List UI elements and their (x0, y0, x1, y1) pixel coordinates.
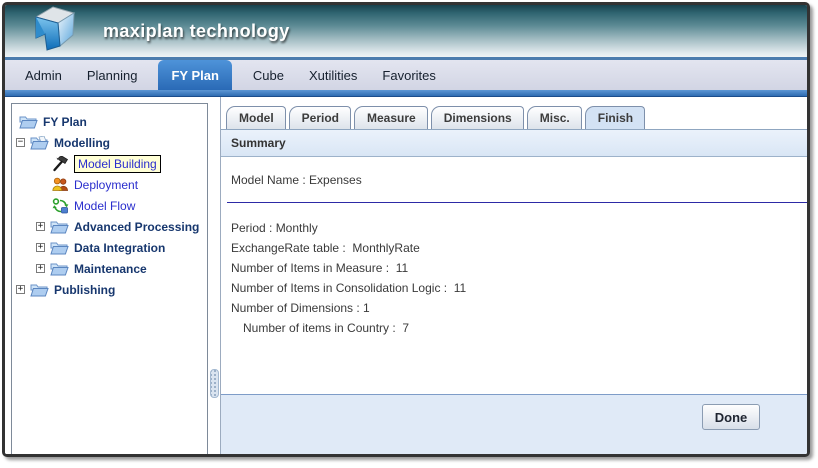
menu-item-admin[interactable]: Admin (16, 60, 71, 90)
menu-item-xutilities[interactable]: Xutilities (300, 60, 366, 90)
tree-item-data-integration[interactable]: + Data Integration (12, 237, 207, 258)
open-folder-icon (50, 262, 69, 276)
summary-divider-line (227, 202, 807, 203)
tab-period[interactable]: Period (289, 106, 351, 129)
model-name-line: Model Name : Expenses (231, 173, 797, 187)
menu-item-favorites[interactable]: Favorites (373, 60, 444, 90)
tree-item-label: Deployment (74, 178, 138, 192)
expand-plus-icon[interactable]: + (36, 243, 45, 252)
open-folder-icon (50, 220, 69, 234)
tree-item-label: Maintenance (74, 262, 147, 276)
app-window: maxiplan technology Admin Planning FY Pl… (2, 2, 810, 457)
tree-item-model-flow[interactable]: Model Flow (12, 195, 207, 216)
tree-item-label: Advanced Processing (74, 220, 199, 234)
tree-item-advanced-processing[interactable]: + Advanced Processing (12, 216, 207, 237)
app-title: maxiplan technology (103, 21, 290, 42)
tree-item-deployment[interactable]: Deployment (12, 174, 207, 195)
summary-line-exchange-rate: ExchangeRate table : MonthlyRate (231, 238, 797, 258)
expand-plus-icon[interactable]: + (16, 285, 25, 294)
open-folder-icon (50, 241, 69, 255)
main-area: FY Plan − Modelling (5, 97, 807, 454)
summary-line-dimensions-count: Number of Dimensions : 1 (231, 298, 797, 318)
maxiplan-cube-logo-icon (25, 4, 79, 59)
tree-item-maintenance[interactable]: + Maintenance (12, 258, 207, 279)
summary-line-period: Period : Monthly (231, 218, 797, 238)
tree-item-label: Data Integration (74, 241, 165, 255)
people-icon (52, 177, 69, 192)
tree-item-label: Modelling (54, 136, 110, 150)
flow-cycle-icon (52, 198, 69, 214)
tab-finish[interactable]: Finish (585, 106, 645, 130)
tree-item-model-building[interactable]: Model Building (12, 153, 207, 174)
content-footer: Done (221, 394, 807, 454)
tree-item-label: Model Flow (74, 199, 135, 213)
navigation-tree: FY Plan − Modelling (11, 103, 208, 454)
menu-item-fy-plan[interactable]: FY Plan (158, 60, 231, 90)
hammer-icon (52, 155, 69, 172)
tree-item-modelling[interactable]: − Modelling (12, 132, 207, 153)
main-menubar: Admin Planning FY Plan Cube Xutilities F… (5, 60, 807, 90)
tree-item-fy-plan[interactable]: FY Plan (12, 111, 207, 132)
summary-section-header: Summary (221, 129, 807, 157)
expand-plus-icon[interactable]: + (36, 264, 45, 273)
menu-item-planning[interactable]: Planning (78, 60, 147, 90)
summary-body: Model Name : Expenses Period : Monthly E… (221, 157, 807, 394)
tab-model[interactable]: Model (226, 106, 286, 129)
summary-line-country-count: Number of items in Country : 7 (231, 318, 797, 338)
summary-line-measure-count: Number of Items in Measure : 11 (231, 258, 797, 278)
content-panel: Model Period Measure Dimensions Misc. Fi… (220, 97, 807, 454)
summary-line-consolidation-count: Number of Items in Consolidation Logic :… (231, 278, 797, 298)
done-button[interactable]: Done (702, 404, 760, 430)
app-header: maxiplan technology (5, 5, 807, 60)
tree-item-label: FY Plan (43, 115, 87, 129)
open-folder-icon (19, 115, 38, 129)
tab-dimensions[interactable]: Dimensions (431, 106, 524, 129)
tree-item-label: Publishing (54, 283, 115, 297)
open-folder-icon (30, 136, 49, 150)
collapse-minus-icon[interactable]: − (16, 138, 25, 147)
open-folder-icon (30, 283, 49, 297)
tab-measure[interactable]: Measure (354, 106, 428, 129)
menubar-accent-strip (5, 90, 807, 97)
tree-item-publishing[interactable]: + Publishing (12, 279, 207, 300)
tab-misc[interactable]: Misc. (527, 106, 582, 129)
sidebar-splitter-handle[interactable] (210, 369, 219, 398)
expand-plus-icon[interactable]: + (36, 222, 45, 231)
tree-item-label-selected: Model Building (74, 155, 161, 173)
wizard-tabstrip: Model Period Measure Dimensions Misc. Fi… (221, 97, 807, 129)
menu-item-cube[interactable]: Cube (244, 60, 293, 90)
